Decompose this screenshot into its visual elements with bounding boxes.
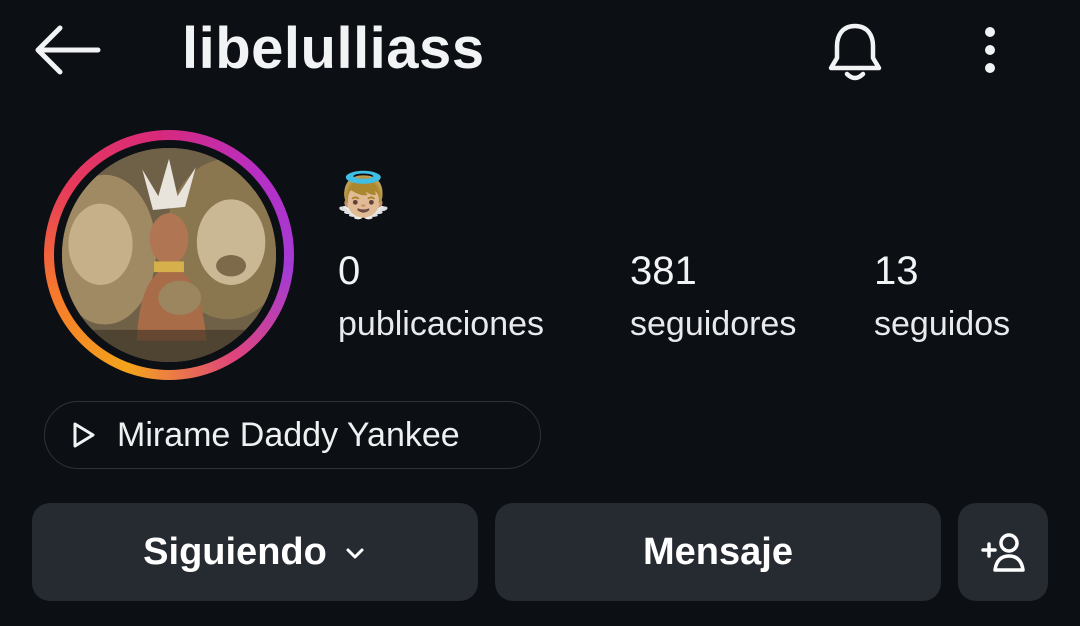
add-person-icon [981, 533, 1025, 572]
suggested-accounts-button[interactable] [958, 503, 1048, 601]
profile-username: libelulliass [182, 16, 485, 81]
back-button[interactable] [30, 20, 106, 80]
play-icon [73, 422, 95, 448]
music-song-title: Mirame Daddy Yankee [117, 415, 460, 454]
stat-posts-count: 0 [338, 249, 361, 293]
bio-emoji: 👼🏼 [336, 170, 391, 221]
stat-following-label: seguidos [874, 305, 1011, 343]
avatar[interactable] [44, 130, 294, 380]
vertical-dots-icon [985, 27, 995, 73]
following-button[interactable]: Siguiendo [32, 503, 478, 601]
message-button[interactable]: Mensaje [495, 503, 941, 601]
stat-following[interactable]: 13 seguidos [874, 248, 1010, 344]
profile-music-chip[interactable]: Mirame Daddy Yankee [44, 401, 541, 469]
stat-followers[interactable]: 381 seguidores [630, 248, 796, 344]
stat-followers-label: seguidores [630, 305, 797, 343]
stat-posts-label: publicaciones [338, 305, 545, 343]
notifications-button[interactable] [822, 18, 888, 84]
arrow-left-icon [35, 25, 101, 75]
bell-icon [828, 23, 882, 81]
avatar-image [62, 148, 276, 362]
message-button-label: Mensaje [643, 530, 793, 573]
stat-followers-count: 381 [630, 249, 697, 293]
chevron-down-icon [346, 548, 364, 559]
following-button-label: Siguiendo [143, 530, 327, 573]
stat-following-count: 13 [874, 249, 919, 293]
stat-posts[interactable]: 0 publicaciones [338, 248, 544, 344]
more-options-button[interactable] [968, 20, 1012, 80]
avatar-border [54, 140, 284, 370]
